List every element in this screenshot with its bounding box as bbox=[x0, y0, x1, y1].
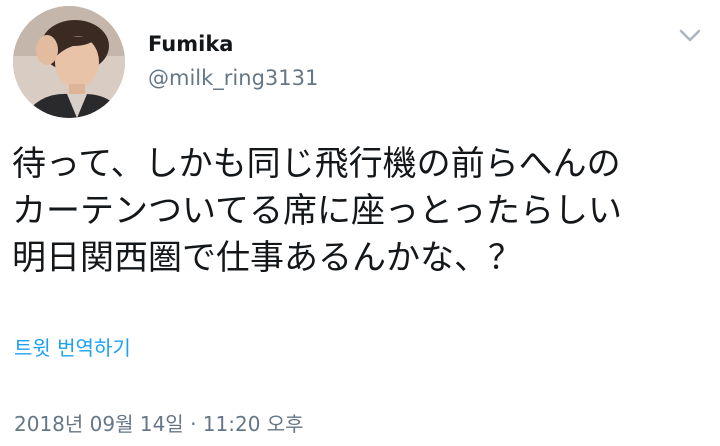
user-handle[interactable]: @milk_ring3131 bbox=[148, 64, 318, 92]
tweet-timestamp: 2018년 09월 14일 · 11:20 오후 bbox=[14, 412, 304, 436]
avatar[interactable] bbox=[13, 6, 125, 118]
tweet-text-line: 明日関西圏で仕事あるんかな、？ bbox=[12, 238, 522, 278]
tweet-text-line: 待って、しかも同じ飛行機の前らへんの bbox=[12, 144, 621, 184]
chevron-down-icon[interactable] bbox=[676, 22, 704, 50]
tweet-text-line: カーテンついてる席に座っとったらしい bbox=[12, 191, 622, 231]
tweet-card: Fumika @milk_ring3131 待って、しかも同じ飛行機の前らへんの… bbox=[0, 0, 720, 446]
translate-tweet-link[interactable]: 트윗 번역하기 bbox=[14, 334, 131, 362]
display-name[interactable]: Fumika bbox=[148, 30, 233, 58]
avatar-photo bbox=[13, 6, 125, 118]
tweet-text: 待って、しかも同じ飛行機の前らへんの カーテンついてる席に座っとったらしい 明日… bbox=[12, 141, 712, 282]
